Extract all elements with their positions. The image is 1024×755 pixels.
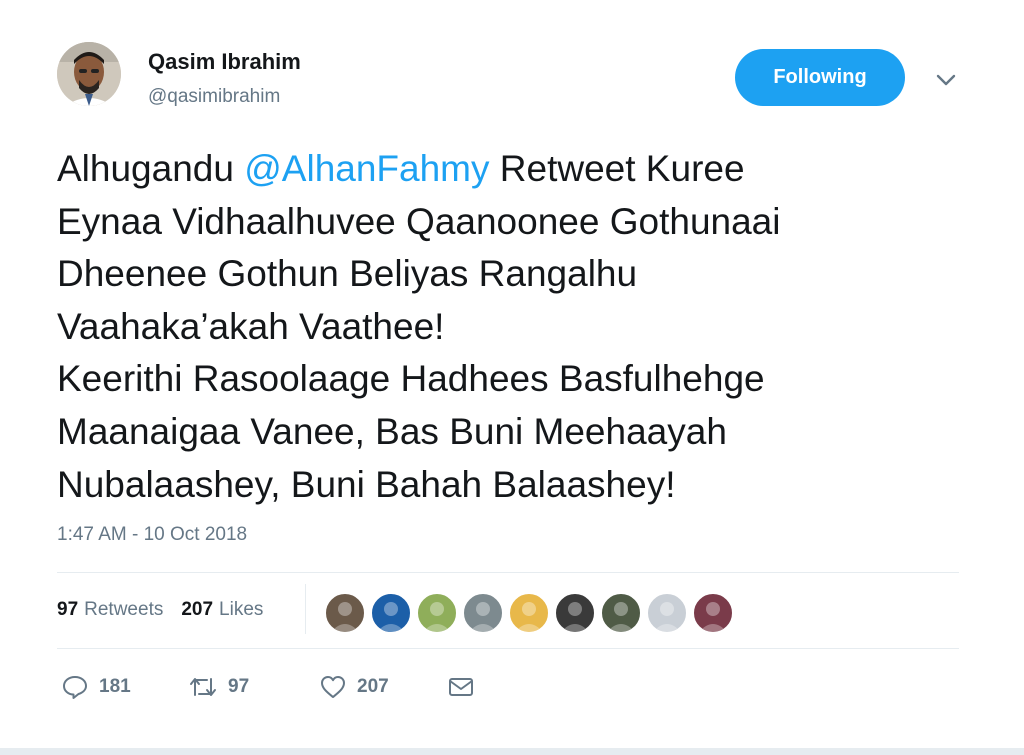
tweet-text-segment: Retweet Kuree xyxy=(489,148,745,189)
tweet-text: Alhugandu @AlhanFahmy Retweet Kuree Eyna… xyxy=(57,143,957,511)
divider xyxy=(57,572,959,573)
likes-count: 207 xyxy=(181,599,214,620)
liker-avatar[interactable] xyxy=(508,592,550,634)
tweet-text-segment: Alhugandu xyxy=(57,148,245,189)
retweet-count: 97 xyxy=(228,676,250,697)
tweet-text-line: Vaahaka’akah Vaathee! xyxy=(57,305,445,347)
like-count: 207 xyxy=(357,676,389,697)
tweet-text-line: Nubalaashey, Buni Bahah Balaashey! xyxy=(57,463,676,505)
author-handle[interactable]: @qasimibrahim xyxy=(148,86,280,108)
retweets-label: Retweets xyxy=(84,599,164,620)
liker-avatar[interactable] xyxy=(416,592,458,634)
tweet-text-line: Dheenee Gothun Beliyas Rangalhu xyxy=(57,253,638,295)
tweet-stats: 97 Retweets 207 Likes xyxy=(57,597,263,623)
like-button[interactable]: 207 xyxy=(319,670,389,704)
divider xyxy=(57,648,959,649)
tweet-timestamp[interactable]: 1:47 AM - 10 Oct 2018 xyxy=(57,524,247,546)
reply-count: 181 xyxy=(99,676,131,697)
likes-label: Likes xyxy=(219,599,264,620)
retweet-button[interactable]: 97 xyxy=(188,670,249,704)
author-avatar-image xyxy=(57,42,121,106)
liker-avatar[interactable] xyxy=(600,592,642,634)
retweets-count: 97 xyxy=(57,599,79,620)
tweet-text-line: Maanaigaa Vanee, Bas Buni Meehaayah xyxy=(57,410,727,452)
tweet-card: Qasim Ibrahim @qasimibrahim Following Al… xyxy=(0,0,1024,748)
retweets-stat-link[interactable]: 97 Retweets xyxy=(57,599,163,621)
heart-icon xyxy=(321,676,345,698)
reply-button[interactable]: 181 xyxy=(61,670,131,704)
liker-avatar[interactable] xyxy=(692,592,734,634)
likes-stat-link[interactable]: 207 Likes xyxy=(181,599,263,621)
envelope-icon xyxy=(449,678,473,696)
reply-icon xyxy=(63,676,87,699)
following-button[interactable]: Following xyxy=(735,49,905,106)
tweet-text-line: Keerithi Rasoolaage Hadhees Basfulhehge xyxy=(57,358,765,400)
retweet-icon xyxy=(190,678,216,696)
author-avatar[interactable] xyxy=(57,42,121,106)
liker-avatar[interactable] xyxy=(554,592,596,634)
stats-separator xyxy=(305,584,306,634)
liker-avatar[interactable] xyxy=(324,592,366,634)
tweet-text-line: Alhugandu @AlhanFahmy Retweet Kuree xyxy=(57,143,957,196)
liker-avatar[interactable] xyxy=(462,592,504,634)
chevron-down-icon[interactable] xyxy=(932,68,960,92)
direct-message-button[interactable] xyxy=(447,670,485,704)
author-display-name[interactable]: Qasim Ibrahim xyxy=(148,49,301,75)
liker-avatar[interactable] xyxy=(370,592,412,634)
mention-link[interactable]: @AlhanFahmy xyxy=(244,148,489,189)
liker-avatar[interactable] xyxy=(646,592,688,634)
tweet-text-line: Eynaa Vidhaalhuvee Qaanoonee Gothunaai xyxy=(57,200,781,242)
